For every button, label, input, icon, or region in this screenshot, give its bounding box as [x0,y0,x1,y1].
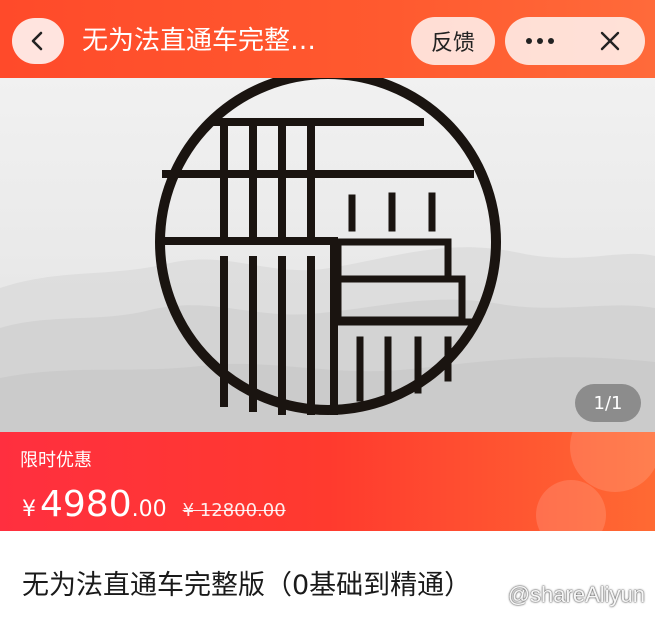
feedback-button[interactable]: 反馈 [411,17,495,65]
close-button[interactable] [575,17,645,65]
more-dots-icon [526,38,554,44]
chevron-left-icon [31,31,43,51]
more-button[interactable] [505,17,575,65]
page-title: 无为法直通车完整… [82,26,317,56]
back-button[interactable] [12,18,64,64]
banner-image [0,78,655,432]
current-price-decimal: .00 [131,497,167,522]
price-banner: 限时优惠 ¥ 4980 .00 ¥ 12800.00 [0,432,655,531]
watermark: @shareAliyun [507,582,645,607]
price-row: ¥ 4980 .00 ¥ 12800.00 [22,484,286,525]
promo-label: 限时优惠 [20,450,92,471]
current-price: 4980 [40,484,132,525]
currency-symbol: ¥ [22,497,36,522]
top-nav-bar: 无为法直通车完整… 反馈 [0,0,655,78]
close-icon [600,31,620,51]
product-banner[interactable]: 1/1 [0,78,655,432]
image-page-indicator: 1/1 [575,384,641,422]
product-title: 无为法直通车完整版（0基础到精通） [22,570,472,601]
original-price: ¥ 12800.00 [182,500,286,521]
